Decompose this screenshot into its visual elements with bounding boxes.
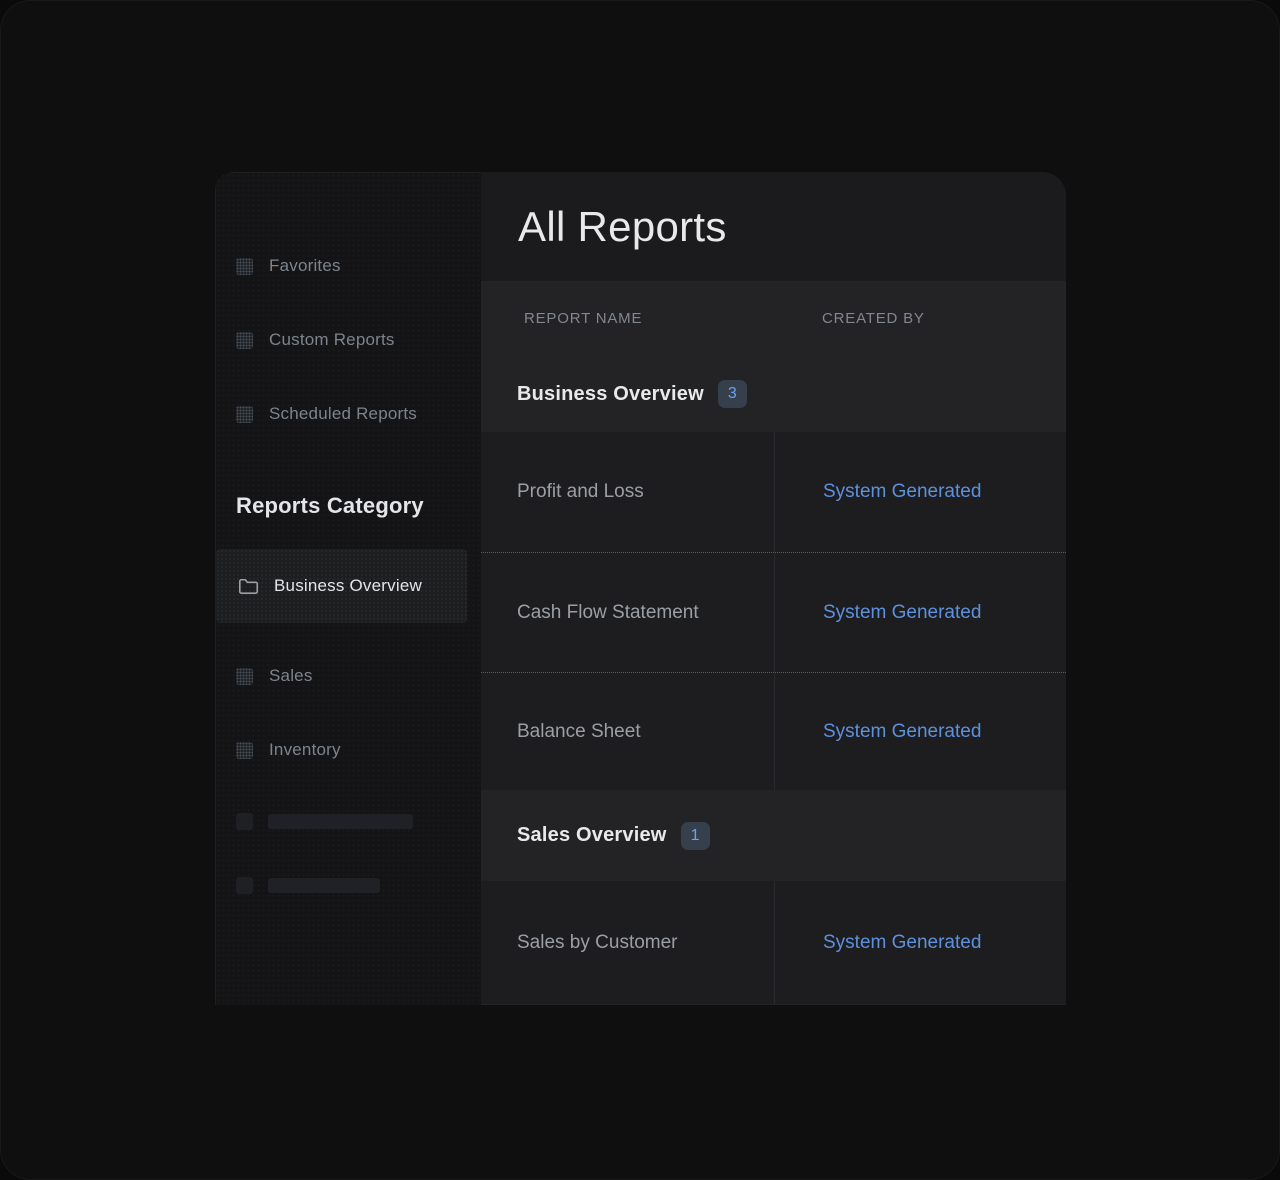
sidebar-item-label: Business Overview: [274, 576, 422, 596]
table-row[interactable]: Sales by Customer System Generated: [481, 881, 1066, 1004]
app-canvas: Favorites Custom Reports Scheduled Repor…: [0, 0, 1280, 1180]
scheduled-reports-icon: [236, 406, 253, 423]
table-row[interactable]: Balance Sheet System Generated: [481, 672, 1066, 790]
created-by-cell: System Generated: [774, 553, 1066, 672]
table-row[interactable]: Cash Flow Statement System Generated: [481, 552, 1066, 672]
created-by-link[interactable]: System Generated: [823, 481, 981, 503]
group-name: Business Overview: [517, 383, 704, 406]
group-header-business-overview[interactable]: Business Overview 3: [481, 356, 1066, 432]
sidebar-skeleton-item: [236, 876, 481, 894]
main-header: All Reports: [481, 172, 1066, 281]
created-by-link[interactable]: System Generated: [823, 721, 981, 743]
sidebar-item-scheduled-reports[interactable]: Scheduled Reports: [236, 402, 481, 426]
created-by-link[interactable]: System Generated: [823, 602, 981, 624]
sidebar-item-label: Scheduled Reports: [269, 404, 417, 424]
sidebar-item-custom-reports[interactable]: Custom Reports: [236, 328, 481, 352]
sidebar-item-business-overview-selected[interactable]: Business Overview: [216, 549, 467, 623]
created-by-cell: System Generated: [774, 432, 1066, 552]
sidebar-item-label: Favorites: [269, 256, 341, 276]
group-count-badge: 1: [681, 822, 710, 850]
sidebar-skeleton-item: [236, 812, 481, 830]
created-by-cell: System Generated: [774, 881, 1066, 1004]
reports-category-heading: Reports Category: [236, 492, 481, 520]
report-name-cell[interactable]: Cash Flow Statement: [481, 553, 774, 672]
group-header-sales-overview[interactable]: Sales Overview 1: [481, 790, 1066, 881]
skeleton-bar: [268, 814, 413, 829]
sidebar-item-sales[interactable]: Sales: [236, 664, 481, 688]
folder-icon: [238, 578, 259, 595]
report-name-cell[interactable]: Profit and Loss: [481, 432, 774, 552]
sidebar-item-inventory[interactable]: Inventory: [236, 738, 481, 762]
skeleton-icon: [236, 813, 253, 830]
inventory-icon: [236, 742, 253, 759]
reports-sidebar: Favorites Custom Reports Scheduled Repor…: [215, 172, 481, 1005]
table-row[interactable]: Profit and Loss System Generated: [481, 432, 1066, 552]
sidebar-item-label: Inventory: [269, 740, 341, 760]
sidebar-item-label: Sales: [269, 666, 313, 686]
sidebar-item-label: Custom Reports: [269, 330, 395, 350]
sales-icon: [236, 668, 253, 685]
skeleton-bar: [268, 878, 380, 893]
table-header-row: REPORT NAME CREATED BY: [481, 281, 1066, 356]
column-header-created-by: CREATED BY: [774, 310, 925, 327]
page-title: All Reports: [518, 203, 727, 251]
group-name: Sales Overview: [517, 824, 667, 847]
reports-window: Favorites Custom Reports Scheduled Repor…: [215, 172, 1066, 1005]
created-by-link[interactable]: System Generated: [823, 932, 981, 954]
column-header-report-name: REPORT NAME: [481, 310, 774, 327]
sidebar-item-favorites[interactable]: Favorites: [236, 254, 481, 278]
report-name-cell[interactable]: Balance Sheet: [481, 673, 774, 790]
reports-main-panel: All Reports REPORT NAME CREATED BY Busin…: [481, 172, 1066, 1005]
group-count-badge: 3: [718, 380, 747, 408]
favorites-icon: [236, 258, 253, 275]
report-name-cell[interactable]: Sales by Customer: [481, 881, 774, 1004]
created-by-cell: System Generated: [774, 673, 1066, 790]
skeleton-icon: [236, 877, 253, 894]
custom-reports-icon: [236, 332, 253, 349]
